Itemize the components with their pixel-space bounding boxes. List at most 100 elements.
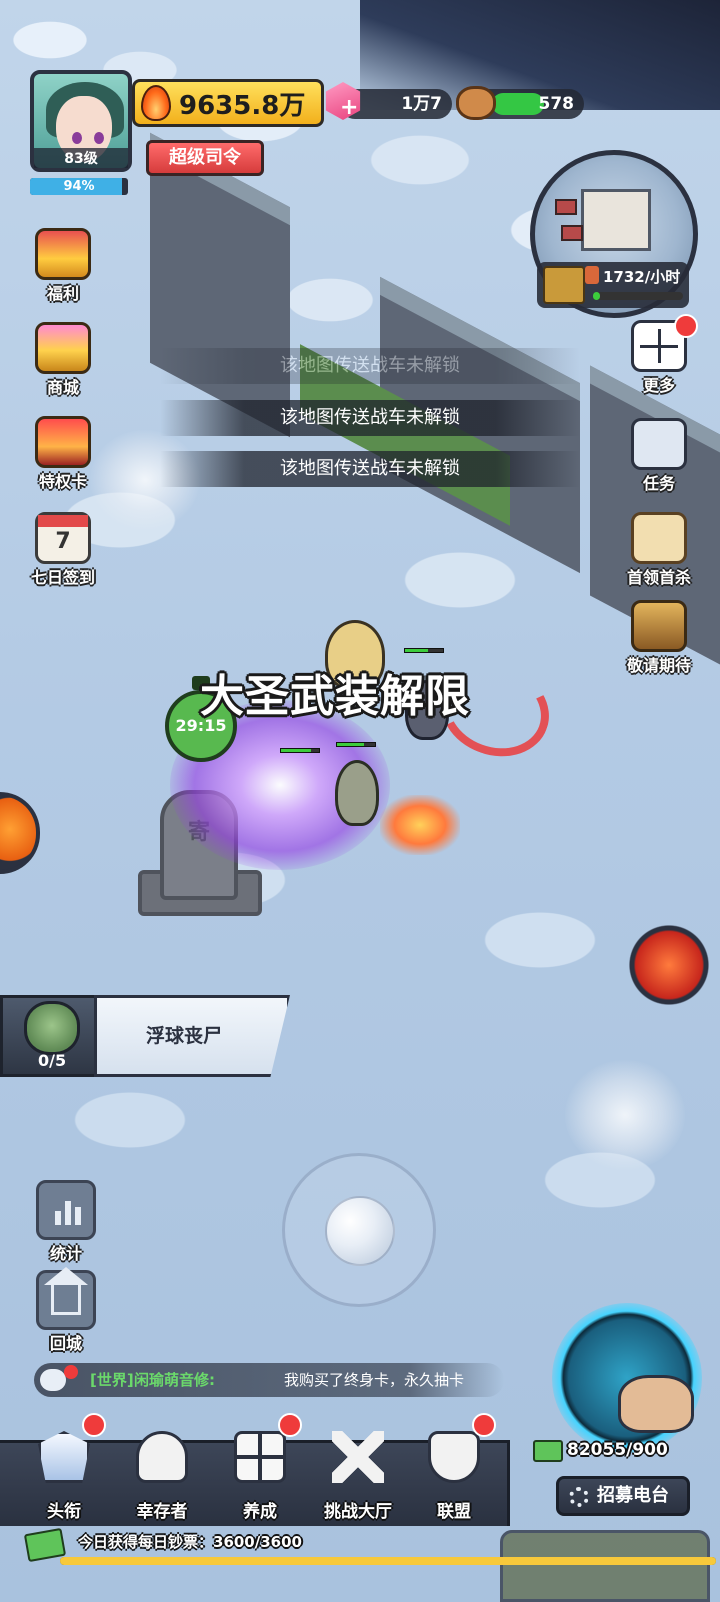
whirlwind-hazard (565, 1060, 685, 1170)
player-title-button[interactable]: 超级司令 (146, 140, 264, 176)
combat-power: 9635.8万 (132, 79, 324, 127)
exp-bar: 94% (30, 178, 128, 195)
toast-message: 该地图传送战车未解锁 (160, 348, 580, 384)
vip-card-label: 特权卡 (38, 472, 87, 491)
avatar-eye (94, 132, 104, 144)
flame-icon (141, 85, 171, 121)
chat-username: 闲瑜萌音修: (134, 1371, 215, 1389)
seven-day-checkin-button[interactable]: 7 七日签到 (18, 512, 108, 588)
income-rate: 1732/小时 (603, 268, 681, 286)
calendar-day: 7 (55, 529, 71, 554)
minimap-vehicle (561, 225, 583, 241)
minimap-vehicle (555, 199, 577, 215)
exp-percent: 94% (63, 179, 95, 194)
player-level: 83级 (34, 148, 128, 168)
notification-dot (82, 1413, 106, 1437)
survivor-character (335, 760, 379, 826)
nav-alliance-label: 联盟 (437, 1502, 471, 1522)
nav-survivors[interactable]: 幸存者 (112, 1431, 212, 1529)
hourly-income[interactable]: 1732/小时 (537, 262, 689, 308)
cowboy-hat-icon (136, 1431, 188, 1483)
minimap-building (581, 189, 651, 251)
notification-dot (674, 314, 698, 338)
nav-upgrade[interactable]: 养成 (210, 1413, 310, 1529)
power-value: 9635.8万 (179, 90, 306, 121)
skill-banner: 大圣武装解限 (200, 671, 470, 722)
rage-skill-button[interactable] (626, 922, 712, 1008)
notification-dot (278, 1413, 302, 1437)
avatar-eye (72, 132, 82, 144)
coming-soon-icon (631, 600, 687, 652)
generator-icon (543, 266, 585, 304)
gift-balloons-icon (35, 228, 91, 280)
nav-alliance[interactable]: 联盟 (404, 1413, 504, 1529)
wanted-poster-icon (631, 512, 687, 564)
coming-soon-button[interactable]: 敬请期待 (614, 600, 704, 676)
health-bar (404, 648, 444, 653)
recruit-radio-label: 招募电台 (597, 1485, 669, 1506)
vip-card-button[interactable]: 特权卡 (18, 416, 108, 492)
coming-soon-label: 敬请期待 (626, 656, 691, 675)
notification-dot (472, 1413, 496, 1437)
wood-bar (492, 93, 544, 115)
boss-first-kill-button[interactable]: 首领首杀 (614, 512, 704, 588)
wood-count: 578 (538, 94, 575, 114)
add-gems-plus-icon[interactable]: + (340, 97, 358, 119)
toast-message: 该地图传送战车未解锁 (160, 451, 580, 487)
shop-basket-icon (35, 322, 91, 374)
task-label: 任务 (642, 474, 675, 493)
nav-upgrade-label: 养成 (243, 1502, 277, 1522)
checkin-label: 七日签到 (30, 568, 95, 587)
boss-first-kill-label: 首领首杀 (626, 568, 691, 587)
task-notebook-icon (631, 418, 687, 470)
shop-button[interactable]: 商城 (18, 322, 108, 398)
home-return-icon (36, 1267, 96, 1330)
joystick-knob[interactable] (325, 1196, 395, 1266)
gem-count: 1万7 (401, 94, 442, 114)
return-home-button[interactable]: 回城 (34, 1267, 98, 1354)
nav-challenge-label: 挑战大厅 (324, 1502, 392, 1522)
world-chat-bar[interactable]: [世界] 闲瑜萌音修: 我购买了终身卡，永久抽卡 (34, 1363, 504, 1397)
daily-cash-progress: 今日获得每日钞票：3600/3600 (23, 1527, 716, 1597)
chat-notification-dot (64, 1365, 78, 1379)
zombie-portrait-icon (24, 1001, 80, 1055)
welfare-button[interactable]: 福利 (18, 228, 108, 304)
calendar-icon: 7 (35, 512, 91, 564)
nav-title[interactable]: 头衔 (14, 1413, 114, 1529)
alliance-shield-icon (428, 1431, 480, 1483)
daily-cash-text: 今日获得每日钞票：3600/3600 (78, 1533, 302, 1551)
grid-upgrade-icon (234, 1431, 286, 1483)
recruit-radio-button[interactable]: 招募电台 (556, 1476, 690, 1516)
phoenix-pet (380, 795, 460, 855)
daily-cash-bar (60, 1557, 716, 1565)
fuel-can-icon (585, 266, 599, 284)
chat-bubble-icon (40, 1369, 66, 1391)
task-button[interactable]: 任务 (614, 418, 704, 494)
more-label: 更多 (642, 376, 675, 395)
income-bar (593, 292, 683, 300)
stats-bars-icon (36, 1180, 96, 1240)
pointing-hand-icon (618, 1375, 694, 1433)
shop-label: 商城 (46, 378, 79, 397)
nav-title-label: 头衔 (47, 1502, 81, 1522)
welfare-label: 福利 (46, 284, 79, 303)
stats-label: 统计 (49, 1244, 82, 1263)
return-home-label: 回城 (49, 1334, 82, 1353)
nav-survivors-label: 幸存者 (136, 1502, 188, 1522)
stats-button[interactable]: 统计 (34, 1180, 98, 1264)
recruit-count: 82055/900 (567, 1440, 668, 1460)
wave-count: 0/5 (38, 1051, 67, 1070)
cash-icon (533, 1440, 563, 1462)
health-bar (336, 742, 376, 747)
enemy-name: 浮球丧尸 (145, 1025, 222, 1047)
toast-message: 该地图传送战车未解锁 (160, 400, 580, 436)
bottom-nav: 头衔 幸存者 养成 挑战大厅 联盟 (0, 1413, 510, 1529)
crossed-guns-icon (332, 1431, 384, 1483)
nav-challenge-hall[interactable]: 挑战大厅 (308, 1431, 408, 1529)
enemy-wave-panel[interactable]: 0/5 浮球丧尸 (0, 995, 290, 1077)
health-bar (280, 748, 320, 753)
chat-channel: [世界] (90, 1371, 134, 1389)
gear-icon (569, 1487, 589, 1507)
cash-icon (23, 1527, 67, 1563)
vip-card-icon (35, 416, 91, 468)
